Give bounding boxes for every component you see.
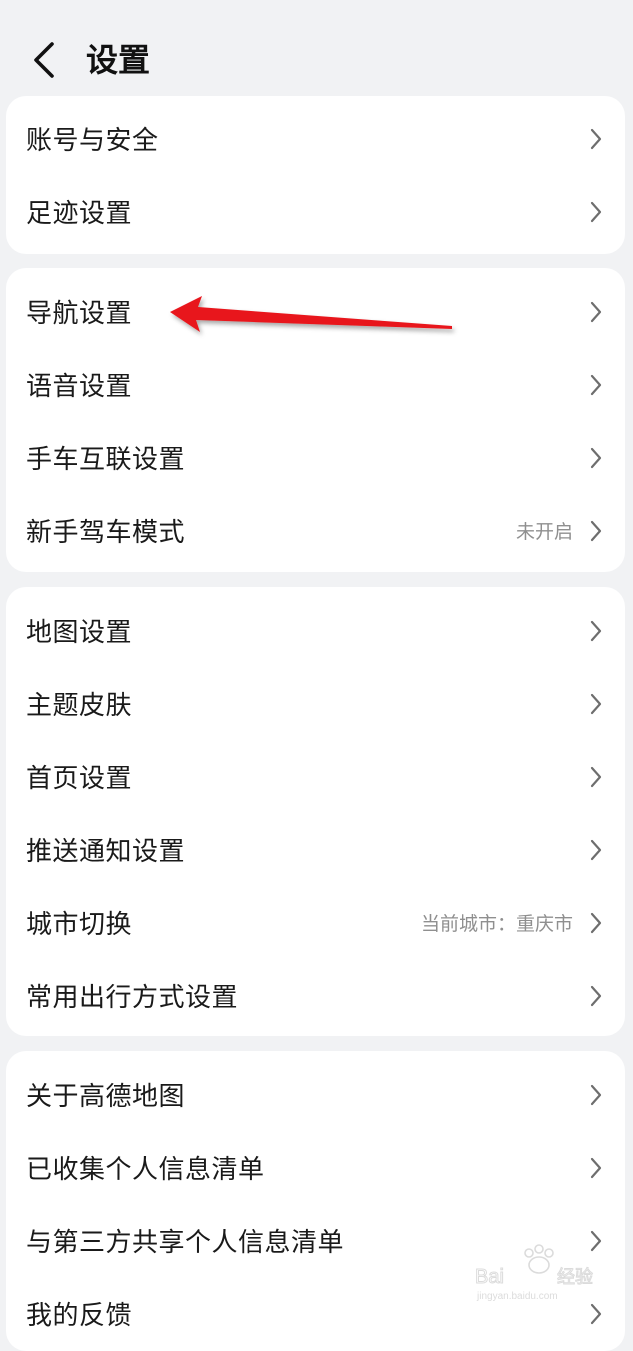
settings-item-label: 主题皮肤: [26, 691, 133, 721]
settings-item-label: 足迹设置: [26, 199, 133, 229]
settings-item-shared-info[interactable]: 与第三方共享个人信息清单: [6, 1204, 625, 1277]
chevron-right-icon: [589, 300, 603, 324]
settings-item-status: 当前城市：重庆市: [420, 913, 573, 935]
settings-item-label: 首页设置: [26, 764, 133, 794]
settings-item-navigation[interactable]: 导航设置: [6, 275, 625, 348]
settings-group-account: 账号与安全 足迹设置: [6, 96, 625, 254]
chevron-right-icon: [589, 692, 603, 716]
settings-item-label: 常用出行方式设置: [26, 983, 239, 1013]
chevron-right-icon: [589, 519, 603, 543]
chevron-right-icon: [589, 619, 603, 643]
settings-item-label: 账号与安全: [26, 126, 159, 156]
settings-item-map[interactable]: 地图设置: [6, 594, 625, 667]
chevron-right-icon: [589, 200, 603, 224]
chevron-right-icon: [589, 127, 603, 151]
settings-item-push[interactable]: 推送通知设置: [6, 813, 625, 886]
chevron-right-icon: [589, 838, 603, 862]
settings-item-label: 导航设置: [26, 299, 133, 329]
settings-item-voice[interactable]: 语音设置: [6, 348, 625, 421]
settings-item-status: 未开启: [515, 521, 573, 543]
settings-item-label: 语音设置: [26, 372, 133, 402]
settings-item-footprint[interactable]: 足迹设置: [6, 175, 625, 248]
settings-item-travel-mode[interactable]: 常用出行方式设置: [6, 959, 625, 1032]
settings-item-label: 与第三方共享个人信息清单: [26, 1228, 345, 1258]
settings-item-label: 我的反馈: [26, 1301, 133, 1331]
settings-group-about: 关于高德地图 已收集个人信息清单 与第三方共享个人信息清单 我的反馈: [6, 1051, 625, 1351]
settings-item-label: 地图设置: [26, 618, 133, 648]
chevron-left-icon: [34, 42, 54, 78]
settings-item-car-connect[interactable]: 手车互联设置: [6, 421, 625, 494]
settings-item-homepage[interactable]: 首页设置: [6, 740, 625, 813]
back-button[interactable]: [22, 38, 66, 82]
settings-group-map: 地图设置 主题皮肤 首页设置 推送通知设置 城市切换 当前城市：重庆市 常用出行…: [6, 587, 625, 1036]
settings-item-novice-driving[interactable]: 新手驾车模式 未开启: [6, 494, 625, 567]
settings-item-label: 推送通知设置: [26, 837, 186, 867]
chevron-right-icon: [589, 1302, 603, 1326]
chevron-right-icon: [589, 765, 603, 789]
chevron-right-icon: [589, 1156, 603, 1180]
settings-item-feedback[interactable]: 我的反馈: [6, 1277, 625, 1350]
header: 设置: [0, 0, 633, 96]
chevron-right-icon: [589, 911, 603, 935]
chevron-right-icon: [589, 984, 603, 1008]
settings-item-about[interactable]: 关于高德地图: [6, 1058, 625, 1131]
settings-item-collected-info[interactable]: 已收集个人信息清单: [6, 1131, 625, 1204]
settings-item-label: 关于高德地图: [26, 1082, 186, 1112]
chevron-right-icon: [589, 446, 603, 470]
settings-item-label: 城市切换: [26, 910, 133, 940]
settings-item-account-security[interactable]: 账号与安全: [6, 102, 625, 175]
chevron-right-icon: [589, 373, 603, 397]
settings-item-city[interactable]: 城市切换 当前城市：重庆市: [6, 886, 625, 959]
settings-item-label: 手车互联设置: [26, 445, 186, 475]
page-title: 设置: [86, 41, 151, 79]
settings-group-navigation: 导航设置 语音设置 手车互联设置 新手驾车模式 未开启: [6, 268, 625, 572]
settings-item-label: 新手驾车模式: [26, 518, 186, 548]
chevron-right-icon: [589, 1083, 603, 1107]
settings-item-label: 已收集个人信息清单: [26, 1155, 265, 1185]
settings-item-theme[interactable]: 主题皮肤: [6, 667, 625, 740]
chevron-right-icon: [589, 1229, 603, 1253]
